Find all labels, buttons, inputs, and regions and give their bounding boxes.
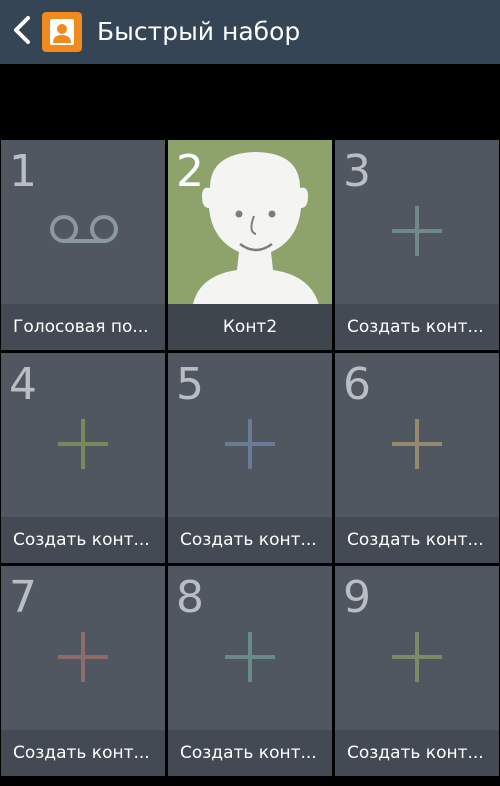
speed-dial-tile-9[interactable]: 9 Создать конт... bbox=[335, 566, 499, 776]
speed-dial-tile-1[interactable]: 1 Голосовая по... bbox=[1, 140, 165, 350]
page-title: Быстрый набор bbox=[97, 17, 301, 46]
contact-avatar-icon bbox=[182, 148, 332, 308]
tile-number: 8 bbox=[176, 572, 204, 623]
tile-label: Конт2 bbox=[168, 304, 332, 350]
plus-icon bbox=[58, 632, 108, 682]
tile-label: Создать конт... bbox=[335, 730, 499, 776]
speed-dial-tile-3[interactable]: 3 Создать конт... bbox=[335, 140, 499, 350]
tile-number: 7 bbox=[9, 572, 37, 623]
tile-label: Голосовая по... bbox=[1, 304, 165, 350]
tile-number: 4 bbox=[9, 359, 37, 410]
tile-label: Создать конт... bbox=[1, 517, 165, 563]
plus-icon bbox=[225, 632, 275, 682]
back-button[interactable] bbox=[8, 16, 36, 48]
plus-icon bbox=[392, 419, 442, 469]
speed-dial-tile-8[interactable]: 8 Создать конт... bbox=[168, 566, 332, 776]
speed-dial-tile-7[interactable]: 7 Создать конт... bbox=[1, 566, 165, 776]
chevron-left-icon bbox=[12, 15, 32, 49]
tile-number: 1 bbox=[9, 146, 37, 197]
speed-dial-tile-2[interactable]: 2 Конт2 bbox=[168, 140, 332, 350]
tile-label: Создать конт... bbox=[168, 517, 332, 563]
tile-number: 5 bbox=[176, 359, 204, 410]
plus-icon bbox=[58, 419, 108, 469]
tile-label: Создать конт... bbox=[1, 730, 165, 776]
plus-icon bbox=[392, 632, 442, 682]
speed-dial-tile-4[interactable]: 4 Создать конт... bbox=[1, 353, 165, 563]
tile-number: 3 bbox=[343, 146, 371, 197]
tile-label: Создать конт... bbox=[168, 730, 332, 776]
tile-number: 9 bbox=[343, 572, 371, 623]
plus-icon bbox=[392, 206, 442, 256]
speed-dial-tile-6[interactable]: 6 Создать конт... bbox=[335, 353, 499, 563]
speed-dial-tile-5[interactable]: 5 Создать конт... bbox=[168, 353, 332, 563]
plus-icon bbox=[225, 419, 275, 469]
contacts-icon bbox=[42, 12, 82, 52]
tile-number: 2 bbox=[176, 146, 204, 197]
tile-number: 6 bbox=[343, 359, 371, 410]
voicemail-icon bbox=[48, 212, 120, 246]
app-header: Быстрый набор bbox=[0, 0, 500, 64]
tile-label: Создать конт... bbox=[335, 304, 499, 350]
tile-label: Создать конт... bbox=[335, 517, 499, 563]
